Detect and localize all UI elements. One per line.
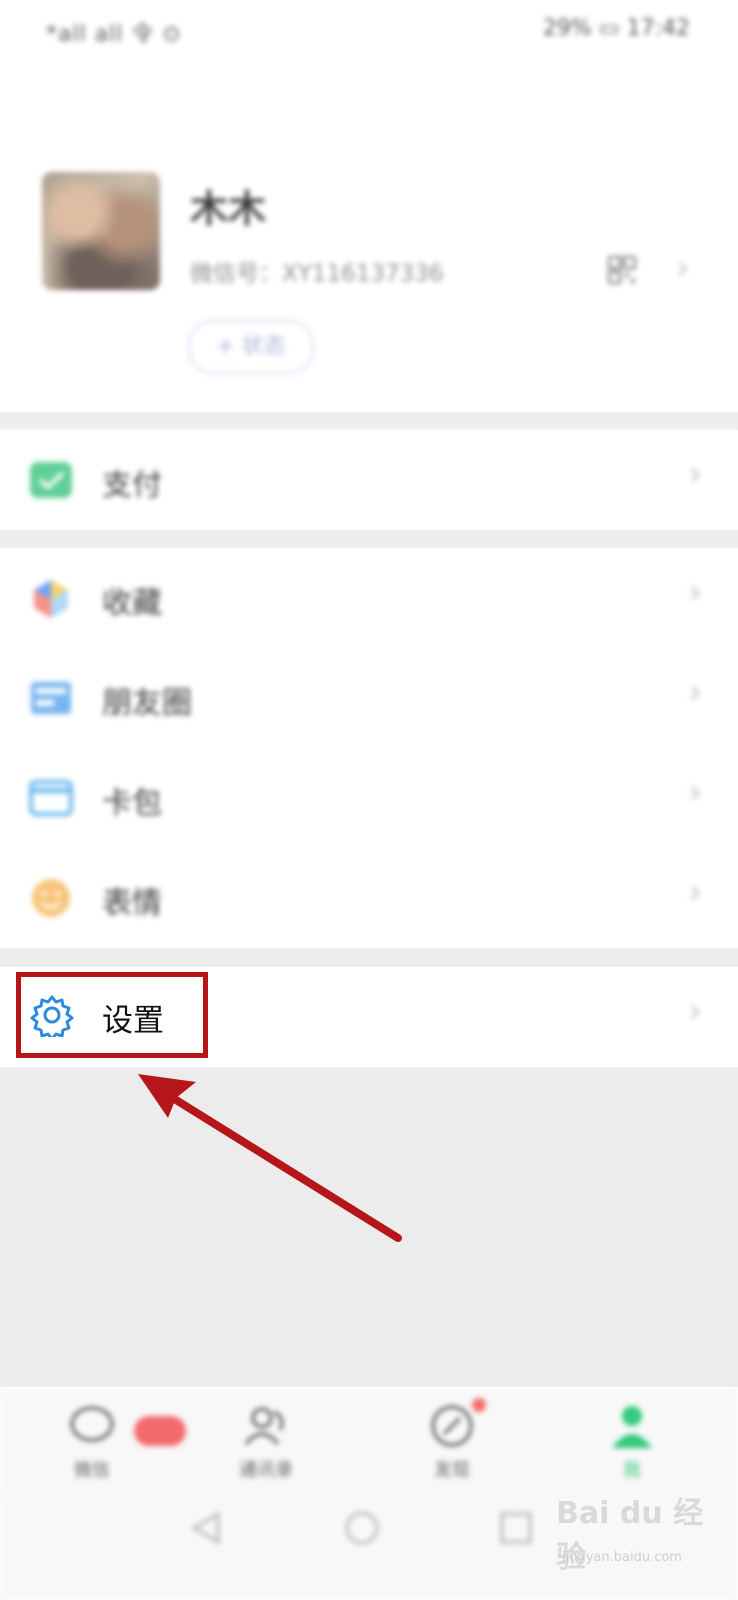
menu-label-moments: 朋友圈 bbox=[102, 686, 192, 721]
menu-label-cards: 卡包 bbox=[102, 786, 162, 821]
tab-label-discover: 发现 bbox=[434, 1460, 470, 1481]
compass-icon bbox=[431, 1405, 473, 1447]
profile-name: 木木 bbox=[190, 187, 267, 231]
tab-contacts[interactable]: 通讯录 bbox=[206, 1398, 326, 1488]
menu-label-pay: 支付 bbox=[102, 468, 162, 503]
avatar[interactable] bbox=[42, 172, 160, 290]
empty-area bbox=[0, 1067, 738, 1387]
home-circle-icon[interactable] bbox=[342, 1508, 382, 1548]
tab-label-contacts: 通讯录 bbox=[239, 1460, 293, 1481]
signal-status: *all all 令 ⊙ bbox=[46, 22, 182, 47]
divider bbox=[0, 948, 738, 967]
unread-badge bbox=[134, 1416, 186, 1446]
chevron-right-icon: › bbox=[688, 672, 702, 712]
chevron-right-icon: › bbox=[688, 991, 702, 1031]
menu-item-favorites[interactable]: 收藏 › bbox=[0, 548, 738, 648]
back-triangle-icon[interactable] bbox=[186, 1508, 226, 1548]
tab-me[interactable]: 我 bbox=[572, 1398, 692, 1488]
tab-label-chats: 微信 bbox=[74, 1460, 110, 1481]
recents-square-icon[interactable] bbox=[496, 1508, 536, 1548]
menu-item-moments[interactable]: 朋友圈 › bbox=[0, 648, 738, 748]
watermark-logo: Bai du 经验 bbox=[556, 1496, 704, 1575]
sticker-smile-icon bbox=[32, 879, 70, 917]
tab-chats[interactable]: 微信 bbox=[32, 1398, 186, 1488]
battery-time: 29% ▭ 17:42 bbox=[542, 16, 690, 41]
add-status-button[interactable]: + 状态 bbox=[188, 320, 314, 374]
status-bar: *all all 令 ⊙ 29% ▭ 17:42 bbox=[0, 0, 738, 66]
person-icon bbox=[612, 1406, 652, 1448]
menu-label-stickers: 表情 bbox=[102, 886, 162, 921]
chevron-right-icon: › bbox=[688, 572, 702, 612]
bottom-tab-bar: 微信 通讯录 发现 我 bbox=[0, 1388, 738, 1494]
highlight-box bbox=[16, 972, 208, 1058]
chevron-right-icon: › bbox=[688, 872, 702, 912]
chat-bubble-icon bbox=[70, 1406, 114, 1442]
notification-dot bbox=[472, 1398, 486, 1412]
wechat-id: 微信号：XY116137336 bbox=[190, 261, 444, 287]
divider bbox=[0, 412, 738, 430]
profile-header[interactable]: 木木 微信号：XY116137336 › + 状态 bbox=[0, 150, 738, 412]
divider bbox=[0, 530, 738, 548]
watermark-url: jingyan.baidu.com bbox=[562, 1550, 682, 1565]
menu-item-stickers[interactable]: 表情 › bbox=[0, 848, 738, 948]
menu-item-cards[interactable]: 卡包 › bbox=[0, 748, 738, 848]
menu-item-pay[interactable]: 支付 › bbox=[0, 430, 738, 530]
chevron-right-icon: › bbox=[688, 772, 702, 812]
chevron-right-icon: › bbox=[688, 454, 702, 494]
favorites-cube-icon bbox=[34, 580, 68, 618]
moments-photo-icon bbox=[31, 682, 71, 714]
menu-label-favorites: 收藏 bbox=[102, 586, 162, 621]
tab-label-me: 我 bbox=[623, 1460, 641, 1481]
tab-discover[interactable]: 发现 bbox=[392, 1398, 512, 1488]
qr-code-icon[interactable] bbox=[608, 256, 636, 284]
contacts-icon bbox=[244, 1407, 284, 1445]
pay-icon bbox=[30, 462, 72, 498]
card-wallet-icon bbox=[29, 780, 73, 816]
chevron-right-icon: › bbox=[676, 248, 690, 288]
